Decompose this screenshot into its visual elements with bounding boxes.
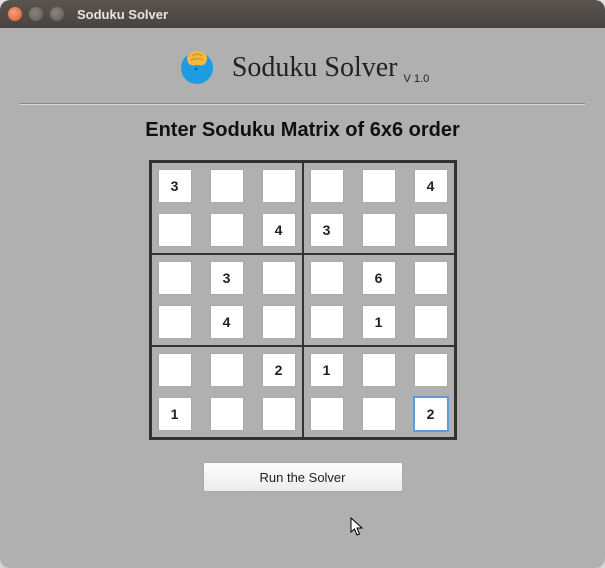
sudoku-cell[interactable] xyxy=(262,169,296,203)
run-solver-button[interactable]: Run the Solver xyxy=(203,462,403,492)
sudoku-cell[interactable] xyxy=(414,305,448,339)
sudoku-cell[interactable] xyxy=(262,261,296,295)
sudoku-box: 12 xyxy=(303,346,455,438)
sudoku-cell[interactable] xyxy=(158,213,192,247)
sudoku-cell[interactable] xyxy=(362,169,396,203)
sudoku-cell[interactable]: 1 xyxy=(310,353,344,387)
sudoku-cell[interactable] xyxy=(414,353,448,387)
sudoku-cell[interactable] xyxy=(310,169,344,203)
app-title: Soduku Solver xyxy=(232,52,398,84)
sudoku-cell[interactable] xyxy=(362,397,396,431)
content-area: Soduku Solver V 1.0 Enter Soduku Matrix … xyxy=(0,28,605,568)
sudoku-cell[interactable] xyxy=(158,261,192,295)
close-icon[interactable] xyxy=(8,7,22,21)
sudoku-cell[interactable] xyxy=(210,213,244,247)
sudoku-cell[interactable]: 3 xyxy=(310,213,344,247)
sudoku-cell[interactable]: 2 xyxy=(262,353,296,387)
window-title: Soduku Solver xyxy=(77,7,168,22)
maximize-icon[interactable] xyxy=(50,7,64,21)
sudoku-cell[interactable] xyxy=(158,305,192,339)
sudoku-cell[interactable] xyxy=(414,261,448,295)
run-solver-label: Run the Solver xyxy=(260,470,346,485)
sudoku-cell[interactable]: 3 xyxy=(158,169,192,203)
version-label: V 1.0 xyxy=(404,73,430,85)
titlebar: Soduku Solver xyxy=(0,0,605,28)
sudoku-grid: 344334612112 xyxy=(149,160,457,440)
sudoku-cell[interactable] xyxy=(414,213,448,247)
sudoku-cell[interactable]: 4 xyxy=(262,213,296,247)
app-window: Soduku Solver Soduku Solver V 1.0 Enter … xyxy=(0,0,605,568)
instruction-label: Enter Soduku Matrix of 6x6 order xyxy=(145,119,460,142)
sudoku-cell[interactable] xyxy=(210,397,244,431)
sudoku-box: 34 xyxy=(151,254,303,346)
sudoku-box: 61 xyxy=(303,254,455,346)
sudoku-cell[interactable] xyxy=(310,305,344,339)
sudoku-cell[interactable]: 2 xyxy=(414,397,448,431)
sudoku-cell[interactable]: 4 xyxy=(414,169,448,203)
sudoku-cell[interactable] xyxy=(310,397,344,431)
sudoku-cell[interactable] xyxy=(362,213,396,247)
sudoku-cell[interactable] xyxy=(262,305,296,339)
sudoku-cell[interactable] xyxy=(262,397,296,431)
brain-icon xyxy=(176,44,218,91)
sudoku-box: 34 xyxy=(151,162,303,254)
sudoku-box: 43 xyxy=(303,162,455,254)
sudoku-cell[interactable] xyxy=(158,353,192,387)
header: Soduku Solver V 1.0 xyxy=(20,38,585,103)
sudoku-cell[interactable] xyxy=(210,169,244,203)
sudoku-cell[interactable] xyxy=(210,353,244,387)
sudoku-cell[interactable]: 1 xyxy=(362,305,396,339)
sudoku-cell[interactable]: 6 xyxy=(362,261,396,295)
sudoku-cell[interactable]: 3 xyxy=(210,261,244,295)
sudoku-cell[interactable] xyxy=(310,261,344,295)
sudoku-cell[interactable]: 4 xyxy=(210,305,244,339)
divider xyxy=(20,103,585,105)
sudoku-box: 21 xyxy=(151,346,303,438)
minimize-icon[interactable] xyxy=(29,7,43,21)
sudoku-cell[interactable] xyxy=(362,353,396,387)
sudoku-cell[interactable]: 1 xyxy=(158,397,192,431)
